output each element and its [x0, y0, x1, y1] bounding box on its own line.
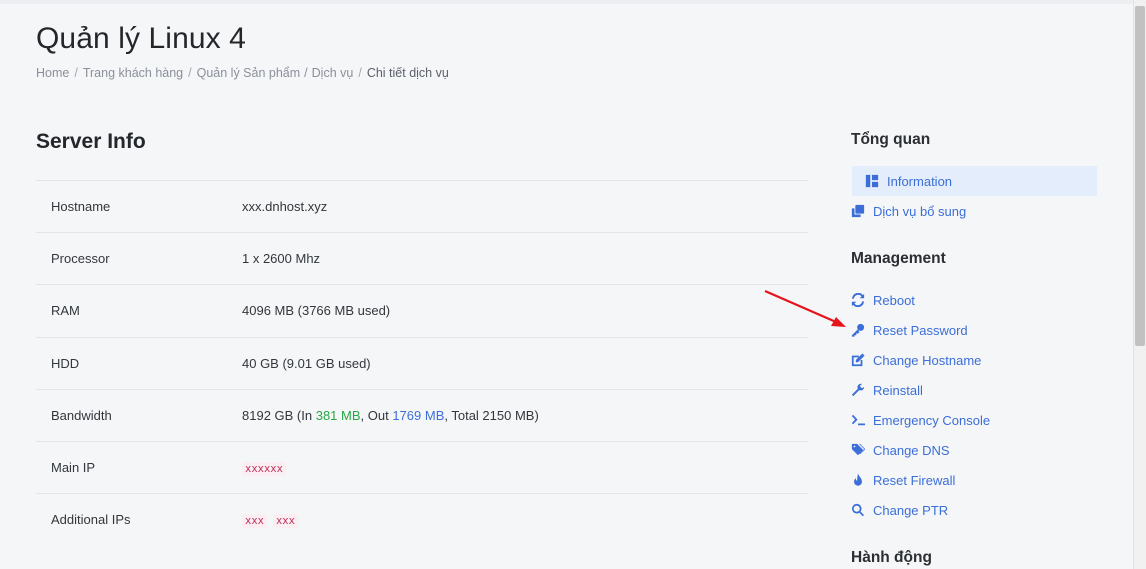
- table-row: HDD 40 GB (9.01 GB used): [36, 337, 808, 389]
- bandwidth-value: 8192 GB (In 381 MB, Out 1769 MB, Total 2…: [242, 389, 808, 441]
- breadcrumb-separator: /: [188, 66, 192, 80]
- sidebar-item-label: Change Hostname: [873, 352, 982, 368]
- bandwidth-mid: , Out: [360, 407, 393, 423]
- sidebar-item-label: Emergency Console: [873, 412, 991, 428]
- row-label: Bandwidth: [51, 407, 112, 423]
- bandwidth-prefix: 8192 GB (In: [242, 407, 316, 423]
- table-row: Hostname xxx.dnhost.xyz: [36, 180, 808, 233]
- row-label: Hostname: [51, 199, 111, 215]
- edit-icon: [851, 353, 873, 367]
- breadcrumb-separator: /: [304, 66, 308, 80]
- scrollbar[interactable]: [1133, 0, 1146, 569]
- bandwidth-suffix: , Total 2150 MB): [444, 407, 539, 423]
- breadcrumb-home[interactable]: Home: [36, 66, 69, 80]
- additional-ip: xxx: [272, 513, 298, 528]
- row-label: Processor: [51, 251, 110, 267]
- tags-icon: [851, 443, 873, 457]
- sidebar-item-label: Change PTR: [873, 502, 949, 518]
- table-row: RAM 4096 MB (3766 MB used): [36, 284, 808, 337]
- actions-heading: Hành động: [851, 549, 932, 566]
- sidebar-item-information[interactable]: Information: [852, 166, 1097, 196]
- sidebar-item-addons[interactable]: Dịch vụ bổ sung: [851, 196, 1097, 226]
- annotation-arrow-icon: [764, 289, 846, 327]
- management-heading: Management: [851, 250, 946, 267]
- sidebar-item-change-dns[interactable]: Change DNS: [851, 435, 1097, 465]
- sidebar-item-change-ptr[interactable]: Change PTR: [851, 495, 1097, 525]
- breadcrumb-client-area[interactable]: Trang khách hàng: [83, 66, 183, 80]
- row-label: RAM: [51, 303, 80, 319]
- sidebar-item-reset-firewall[interactable]: Reset Firewall: [851, 465, 1097, 495]
- breadcrumb-services[interactable]: Dịch vụ: [312, 66, 354, 80]
- additional-ip: xxx: [242, 513, 267, 528]
- clone-icon: [851, 204, 873, 218]
- sidebar-item-label: Change DNS: [873, 442, 950, 458]
- scrollbar-thumb[interactable]: [1135, 6, 1145, 346]
- search-icon: [851, 503, 873, 517]
- breadcrumb-separator: /: [358, 66, 362, 80]
- breadcrumb-separator: /: [74, 66, 78, 80]
- sidebar-item-label: Dịch vụ bổ sung: [873, 203, 967, 219]
- wrench-icon: [851, 383, 873, 397]
- bandwidth-out: 1769 MB: [392, 407, 445, 423]
- sidebar-item-label: Reset Firewall: [873, 472, 956, 488]
- table-row: Additional IPs xxx xxx: [36, 493, 808, 546]
- top-bar: [0, 0, 1133, 4]
- dashboard-icon: [865, 174, 887, 188]
- breadcrumb-products[interactable]: Quản lý Sản phẩm: [197, 66, 301, 80]
- page-title: Quản lý Linux 4: [36, 22, 246, 55]
- row-label: Main IP: [51, 460, 96, 476]
- row-label: Additional IPs: [51, 512, 131, 528]
- row-value: 4096 MB (3766 MB used): [242, 303, 391, 319]
- sidebar-item-label: Reset Password: [873, 322, 968, 338]
- row-label: HDD: [51, 355, 80, 371]
- row-value: xxx.dnhost.xyz: [242, 199, 328, 215]
- sidebar-item-reinstall[interactable]: Reinstall: [851, 375, 1097, 405]
- sync-icon: [851, 293, 873, 307]
- sidebar-item-change-hostname[interactable]: Change Hostname: [851, 345, 1097, 375]
- server-info-table: Hostname xxx.dnhost.xyz Processor 1 x 26…: [36, 180, 808, 546]
- sidebar-item-reset-password[interactable]: Reset Password: [851, 315, 1097, 345]
- sidebar-item-label: Reboot: [873, 292, 915, 308]
- breadcrumb: Home / Trang khách hàng / Quản lý Sản ph…: [36, 66, 449, 80]
- main-ip: xxxxxx: [242, 461, 286, 476]
- table-row: Bandwidth 8192 GB (In 381 MB, Out 1769 M…: [36, 389, 808, 441]
- overview-heading: Tổng quan: [851, 131, 931, 148]
- table-row: Processor 1 x 2600 Mhz: [36, 232, 808, 285]
- table-row: Main IP xxxxxx: [36, 441, 808, 493]
- bandwidth-in: 381 MB: [315, 407, 361, 423]
- sidebar-item-label: Information: [887, 173, 953, 189]
- row-value: xxxxxx: [242, 441, 808, 493]
- fire-icon: [851, 473, 873, 487]
- server-info-title: Server Info: [36, 130, 146, 153]
- row-value: xxxxxx: [242, 494, 808, 546]
- sidebar-item-reboot[interactable]: Reboot: [851, 285, 1097, 315]
- row-value: 1 x 2600 Mhz: [242, 251, 321, 267]
- key-icon: [851, 323, 873, 337]
- sidebar-item-emergency-console[interactable]: Emergency Console: [851, 405, 1097, 435]
- breadcrumb-current: Chi tiết dịch vụ: [366, 66, 449, 80]
- sidebar-item-label: Reinstall: [873, 382, 923, 398]
- terminal-icon: [851, 413, 873, 427]
- row-value: 40 GB (9.01 GB used): [242, 355, 371, 371]
